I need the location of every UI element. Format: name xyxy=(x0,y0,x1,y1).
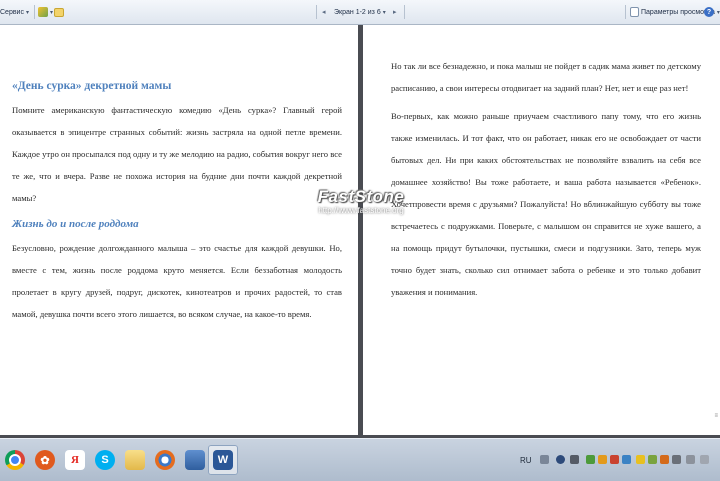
help-tray-icon[interactable] xyxy=(556,455,565,464)
toolbar-divider xyxy=(625,5,626,19)
section-heading: Жизнь до и после роддома xyxy=(12,218,139,230)
tray-app-icon[interactable] xyxy=(586,455,595,464)
paragraph: Безусловно, рождение долгожданного малыш… xyxy=(12,243,342,319)
tray-app-icon[interactable] xyxy=(636,455,645,464)
media-player-icon: ✿ xyxy=(35,450,55,470)
chevron-down-icon: ▾ xyxy=(716,9,720,16)
document-pages: «День сурка» декретной мамы Помните амер… xyxy=(0,25,720,438)
article-title: «День сурка» декретной мамы xyxy=(12,80,172,92)
taskbar-app-explorer[interactable] xyxy=(120,445,150,475)
language-indicator[interactable]: RU xyxy=(520,439,532,481)
left-page: «День сурка» декретной мамы Помните амер… xyxy=(0,25,358,435)
chrome-icon xyxy=(5,450,25,470)
help-button[interactable]: ? xyxy=(704,0,714,24)
arrow-right-icon: ▸ xyxy=(393,9,397,16)
highlight-button[interactable]: ▾ xyxy=(38,0,53,24)
browser-icon xyxy=(155,450,175,470)
taskbar-app-skype[interactable]: S xyxy=(90,445,120,475)
yandex-browser-icon: Я xyxy=(65,450,85,470)
taskbar-app-yandex[interactable]: Я xyxy=(60,445,90,475)
taskbar-app-media-player[interactable]: ✿ xyxy=(30,445,60,475)
network-icon[interactable] xyxy=(672,455,681,464)
toolbar-divider xyxy=(34,5,35,19)
next-screen-button[interactable]: ▸ xyxy=(393,0,397,24)
comment-button[interactable] xyxy=(54,0,64,24)
taskbar: ✿ Я S W RU xyxy=(0,438,720,481)
paragraph: Во-первых, как можно раньше приучаем сча… xyxy=(391,111,701,297)
highlighter-icon xyxy=(38,7,48,17)
taskbar-app-browser[interactable] xyxy=(150,445,180,475)
word-icon: W xyxy=(213,450,233,470)
tray-app-icon[interactable] xyxy=(598,455,607,464)
tray-app-icon[interactable] xyxy=(622,455,631,464)
page-indicator-label: Экран 1-2 из 6 xyxy=(334,8,381,16)
right-page-content: Но так ли все безнадежно, и пока малыш н… xyxy=(391,55,701,309)
image-viewer-icon xyxy=(185,450,205,470)
toolbar-divider xyxy=(404,5,405,19)
arrow-left-icon: ◂ xyxy=(322,9,326,16)
file-explorer-icon xyxy=(125,450,145,470)
service-menu-label: Сервис xyxy=(0,8,24,16)
skype-icon: S xyxy=(95,450,115,470)
paragraph: Но так ли все безнадежно, и пока малыш н… xyxy=(391,61,701,93)
taskbar-app-chrome[interactable] xyxy=(0,445,30,475)
service-menu[interactable]: Сервис ▾ xyxy=(0,0,29,24)
reading-view-toolbar: Сервис ▾ ▾ ◂ Экран 1-2 из 6 ▾ ▸ Параметр… xyxy=(0,0,720,25)
toolbar-divider xyxy=(316,5,317,19)
chevron-down-icon: ▾ xyxy=(382,9,386,16)
help-icon: ? xyxy=(704,7,714,17)
chevron-down-icon: ▾ xyxy=(25,9,29,16)
page-indicator[interactable]: Экран 1-2 из 6 ▾ xyxy=(334,0,386,24)
language-label: RU xyxy=(520,455,532,465)
tray-app-icon[interactable] xyxy=(610,455,619,464)
page-corner-mark: ≡ xyxy=(714,413,718,419)
tray-app-icon[interactable] xyxy=(648,455,657,464)
paragraph: Помните американскую фантастическую коме… xyxy=(12,105,342,203)
right-page: Но так ли все безнадежно, и пока малыш н… xyxy=(363,25,720,435)
keyboard-icon[interactable] xyxy=(540,455,549,464)
taskbar-app-image-viewer[interactable] xyxy=(180,445,210,475)
previous-screen-button[interactable]: ◂ xyxy=(322,0,326,24)
mic-icon[interactable] xyxy=(570,455,579,464)
comment-icon xyxy=(54,7,64,17)
volume-icon[interactable] xyxy=(686,455,695,464)
left-page-content: «День сурка» декретной мамы Помните амер… xyxy=(12,77,342,331)
view-options-icon xyxy=(630,7,639,17)
taskbar-app-word[interactable]: W xyxy=(208,445,238,475)
tray-app-icon[interactable] xyxy=(700,455,709,464)
chevron-down-icon: ▾ xyxy=(50,9,54,16)
tray-app-icon[interactable] xyxy=(660,455,669,464)
